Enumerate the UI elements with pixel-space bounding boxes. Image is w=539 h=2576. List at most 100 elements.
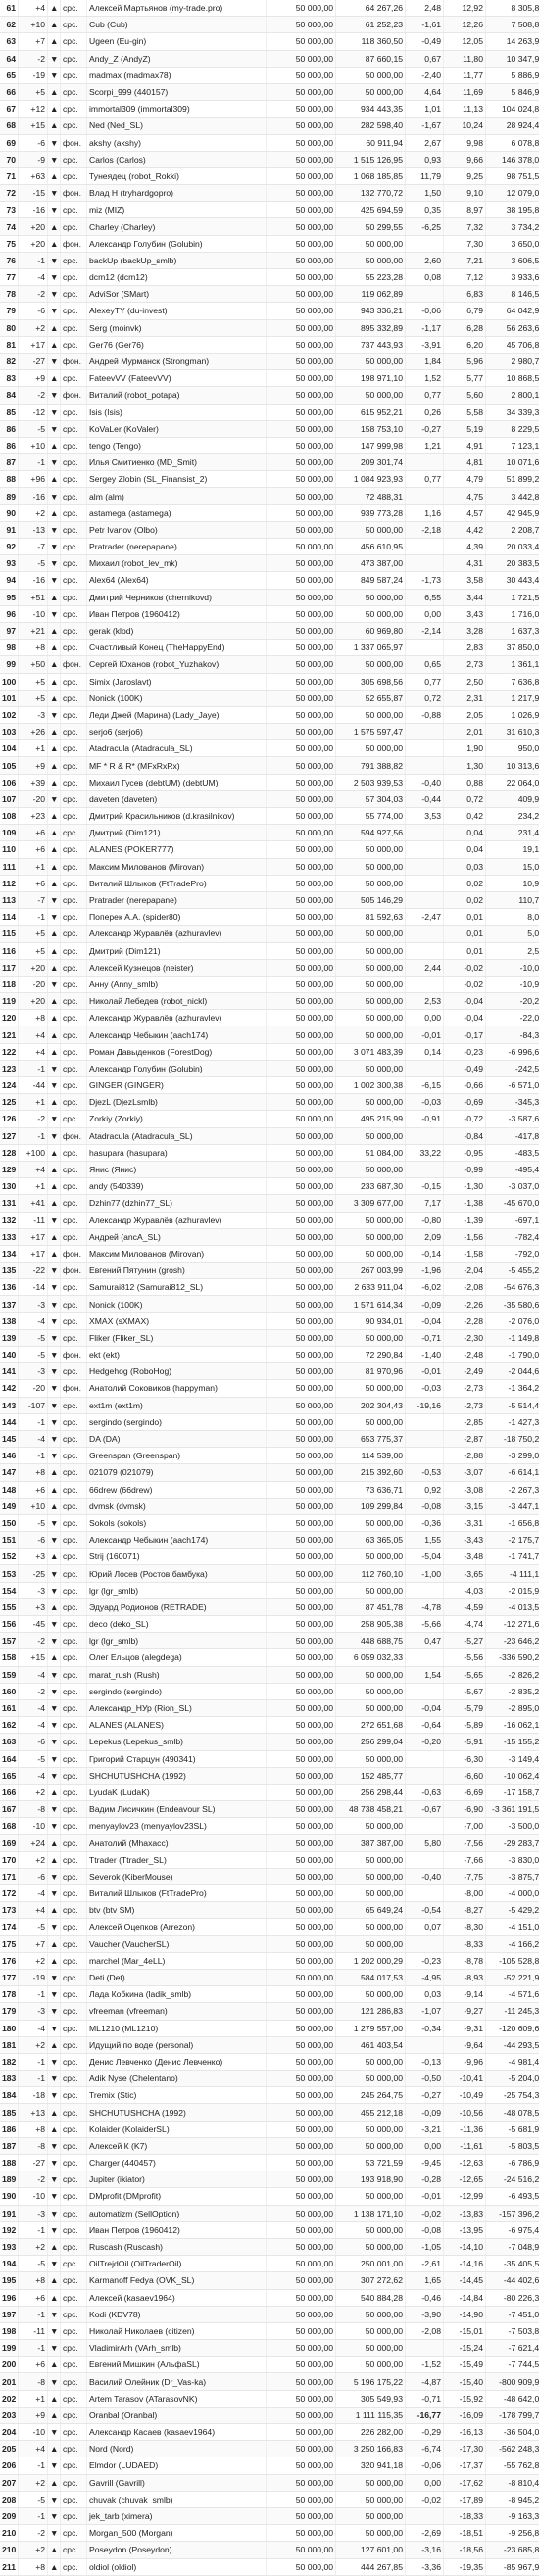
participant-name-link[interactable]: LyudaK (LudaK) (87, 1784, 267, 1800)
participant-name-link[interactable]: Григорий Старцун (490341) (87, 1750, 267, 1767)
participant-name-link[interactable]: Tremix (Stic) (87, 2087, 267, 2104)
participant-name-link[interactable]: MF * R & R* (MFxRxRx) (87, 757, 267, 774)
participant-name-link[interactable]: Леди Джей (Марина) (Lady_Jaye) (87, 706, 267, 723)
participant-name-link[interactable]: tengo (Tengo) (87, 437, 267, 453)
participant-name-link[interactable]: Роман Давыденков (ForestDog) (87, 1043, 267, 1060)
participant-name-link[interactable]: Иван Петров (1960412) (87, 605, 267, 622)
participant-name-link[interactable]: Greenspan (Greenspan) (87, 1448, 267, 1464)
participant-name-link[interactable]: Дмитрий (Dim121) (87, 942, 267, 959)
participant-name-link[interactable]: Максим Милованов (Mirovan) (87, 1245, 267, 1262)
participant-name-link[interactable]: Анну (Anny_smlb) (87, 976, 267, 992)
participant-name-link[interactable]: Ruscash (Ruscash) (87, 2238, 267, 2255)
participant-name-link[interactable]: Samurai812 (Samurai812_SL) (87, 1279, 267, 1296)
participant-name-link[interactable]: 021079 (021079) (87, 1464, 267, 1481)
participant-name-link[interactable]: Vaucher (VaucherSL) (87, 1935, 267, 1952)
participant-name-link[interactable]: akshy (akshy) (87, 134, 267, 151)
participant-name-link[interactable]: Эдуард Родионов (RETRADE) (87, 1598, 267, 1615)
participant-name-link[interactable]: Ttrader (Ttrader_SL) (87, 1851, 267, 1868)
participant-name-link[interactable]: madmax (madmax78) (87, 67, 267, 83)
participant-name-link[interactable]: SHCHUTUSHCHA (1992) (87, 1767, 267, 1784)
participant-name-link[interactable]: miz (MIZ) (87, 202, 267, 218)
participant-name-link[interactable]: FateevVV (FateevVV) (87, 370, 267, 387)
participant-name-link[interactable]: Тунеядец (robot_Rokki) (87, 167, 267, 184)
participant-name-link[interactable]: DA (DA) (87, 1430, 267, 1447)
participant-name-link[interactable]: Илья Смитиенко (MD_Smit) (87, 454, 267, 471)
participant-name-link[interactable]: marchel (Mar_4eLL) (87, 1952, 267, 1969)
participant-name-link[interactable]: Ger76 (Ger76) (87, 336, 267, 353)
participant-name-link[interactable]: Cub (Cub) (87, 17, 267, 33)
participant-name-link[interactable]: marat_rush (Rush) (87, 1666, 267, 1683)
participant-name-link[interactable]: lgr (lgr_smlb) (87, 1633, 267, 1649)
participant-name-link[interactable]: Morgan_500 (Morgan) (87, 2525, 267, 2542)
participant-name-link[interactable]: sergindo (sergindo) (87, 1683, 267, 1699)
participant-name-link[interactable]: Fliker (Fliker_SL) (87, 1329, 267, 1346)
participant-name-link[interactable]: jek_tarb (ximera) (87, 2507, 267, 2524)
participant-name-link[interactable]: Анатолий (Mhaxacc) (87, 1835, 267, 1851)
participant-name-link[interactable]: Александр Чебыкин (aach174) (87, 1026, 267, 1043)
participant-name-link[interactable]: Severok (KiberMouse) (87, 1868, 267, 1884)
participant-name-link[interactable]: Денис Левченко (Денис Левченко) (87, 2053, 267, 2070)
participant-name-link[interactable]: Artem Tarasov (ATarasovNK) (87, 2390, 267, 2407)
participant-name-link[interactable]: Karmanoff Fedya (OVK_SL) (87, 2272, 267, 2289)
participant-name-link[interactable]: Nonick (100K) (87, 690, 267, 706)
participant-name-link[interactable]: Sergey Zlobin (SL_Finansist_2) (87, 471, 267, 488)
participant-name-link[interactable]: Алексей Мартьянов (my-trade.pro) (87, 0, 267, 17)
participant-name-link[interactable]: Лада Кобкина (ladik_smlb) (87, 1986, 267, 2003)
participant-name-link[interactable]: Lepekus (Lepekus_smlb) (87, 1734, 267, 1750)
participant-name-link[interactable]: Поперек А.А. (spider80) (87, 909, 267, 926)
participant-name-link[interactable]: Elmdor (LUDAED) (87, 2457, 267, 2474)
participant-name-link[interactable]: Сергей Юханов (robot_Yuzhakov) (87, 656, 267, 673)
participant-name-link[interactable]: menyaylov23 (menyaylov23SL) (87, 1818, 267, 1835)
participant-name-link[interactable]: Александр Журавлёв (azhuravlev) (87, 1010, 267, 1026)
participant-name-link[interactable]: Александр Голубин (Golubin) (87, 235, 267, 252)
participant-name-link[interactable]: Дмитрий (Dim121) (87, 825, 267, 841)
participant-name-link[interactable]: Идущий по воде (personal) (87, 2036, 267, 2053)
participant-name-link[interactable]: Александр_НУр (Rion_SL) (87, 1699, 267, 1716)
participant-name-link[interactable]: Nonick (100K) (87, 1296, 267, 1312)
participant-name-link[interactable]: Strij (160071) (87, 1549, 267, 1565)
participant-name-link[interactable]: DjezL (DjezLsmlb) (87, 1094, 267, 1111)
participant-name-link[interactable]: Алексей К (K7) (87, 2137, 267, 2154)
participant-name-link[interactable]: Иван Петров (1960412) (87, 2221, 267, 2238)
participant-name-link[interactable]: Евгений Пятунин (grosh) (87, 1263, 267, 1279)
participant-name-link[interactable]: Nord (Nord) (87, 2441, 267, 2457)
participant-name-link[interactable]: ALANES (POKER777) (87, 841, 267, 858)
participant-name-link[interactable]: dvmsk (dvmsk) (87, 1498, 267, 1514)
participant-name-link[interactable]: OilTrejdOil (OilTraderOil) (87, 2256, 267, 2272)
participant-name-link[interactable]: Atadracula (Atadracula_SL) (87, 740, 267, 757)
participant-name-link[interactable]: Sokols (sokols) (87, 1514, 267, 1531)
participant-name-link[interactable]: Александр Чебыкин (aach174) (87, 1532, 267, 1549)
participant-name-link[interactable]: lgr (lgr_smlb) (87, 1582, 267, 1598)
participant-name-link[interactable]: Pratrader (nerepapane) (87, 539, 267, 555)
participant-name-link[interactable]: Алексей Оцепков (Arrezon) (87, 1919, 267, 1935)
participant-name-link[interactable]: ext1m (ext1m) (87, 1397, 267, 1413)
participant-name-link[interactable]: VladimirArh (VArh_smlb) (87, 2340, 267, 2357)
participant-name-link[interactable]: sergindo (sergindo) (87, 1413, 267, 1430)
participant-name-link[interactable]: Charley (Charley) (87, 218, 267, 235)
participant-name-link[interactable]: Николай Николаев (citizen) (87, 2322, 267, 2339)
participant-name-link[interactable]: Gavrill (Gavrill) (87, 2474, 267, 2491)
participant-name-link[interactable]: andy (540339) (87, 1178, 267, 1195)
participant-name-link[interactable]: Dzhin77 (dzhin77_SL) (87, 1195, 267, 1212)
participant-name-link[interactable]: hasupara (hasupara) (87, 1144, 267, 1161)
participant-name-link[interactable]: Виталий Шлыков (FtTradePro) (87, 1885, 267, 1902)
participant-name-link[interactable]: Олег Ельцов (alegdega) (87, 1649, 267, 1666)
participant-name-link[interactable]: vfreeman (vfreeman) (87, 2003, 267, 2020)
participant-name-link[interactable]: Николай Лебедев (robot_nickl) (87, 993, 267, 1010)
participant-name-link[interactable]: Александр Журавлёв (azhuravlev) (87, 1212, 267, 1228)
participant-name-link[interactable]: Pratrader (nerepapane) (87, 891, 267, 908)
participant-name-link[interactable]: Алексей (kasaev1964) (87, 2289, 267, 2306)
participant-name-link[interactable]: ML1210 (ML1210) (87, 2020, 267, 2036)
participant-name-link[interactable]: Adik Nyse (Chelentano) (87, 2071, 267, 2087)
participant-name-link[interactable]: astamega (astamega) (87, 504, 267, 521)
participant-name-link[interactable]: daveten (daveten) (87, 790, 267, 807)
participant-name-link[interactable]: Александр Журавлёв (azhuravlev) (87, 926, 267, 942)
participant-name-link[interactable]: Влад Н (tryhardgopro) (87, 185, 267, 202)
participant-name-link[interactable]: Виталий Шлыков (FtTradePro) (87, 875, 267, 891)
participant-name-link[interactable]: immortal309 (immortal309) (87, 101, 267, 118)
participant-name-link[interactable]: Oranbal (Oranbal) (87, 2407, 267, 2423)
participant-name-link[interactable]: Михаил (robot_lev_mk) (87, 555, 267, 572)
participant-name-link[interactable]: KoVaLer (KoValer) (87, 420, 267, 437)
participant-name-link[interactable]: Дмитрий Черников (chernikovd) (87, 589, 267, 605)
participant-name-link[interactable]: gerak (klod) (87, 622, 267, 639)
